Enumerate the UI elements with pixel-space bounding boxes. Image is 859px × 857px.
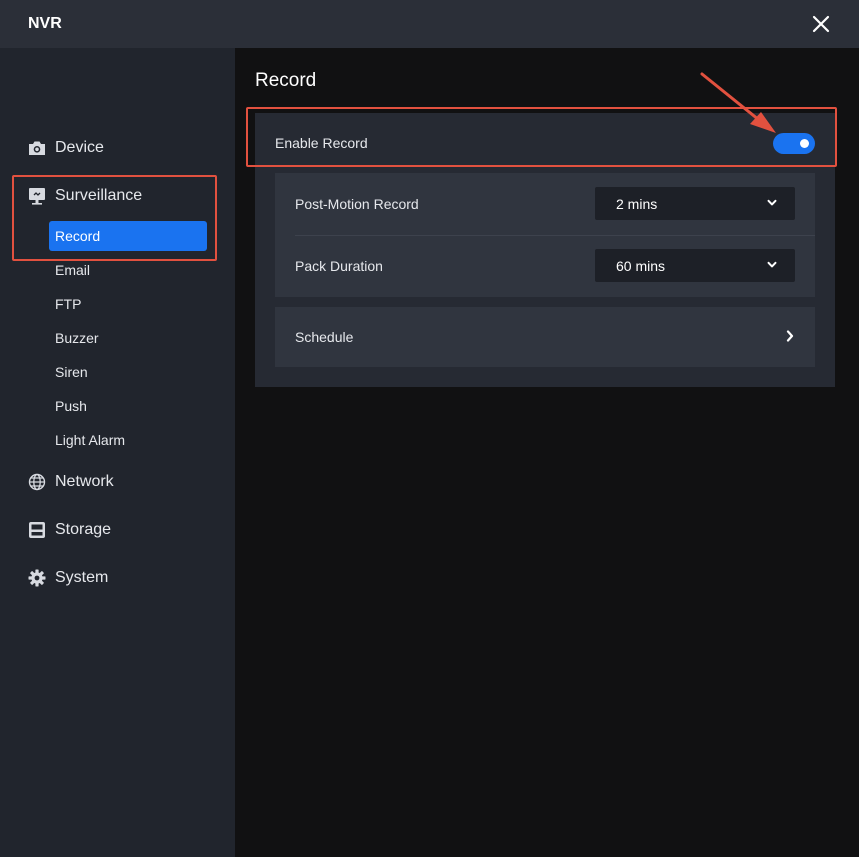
close-button[interactable] bbox=[806, 10, 836, 38]
sidebar-item-label: Storage bbox=[55, 521, 112, 538]
sidebar-subitem-buzzer[interactable]: Buzzer bbox=[49, 323, 207, 353]
sidebar-item-label: Network bbox=[55, 473, 114, 490]
post-motion-record-value: 2 mins bbox=[616, 195, 658, 212]
chevron-down-icon bbox=[767, 199, 777, 206]
chevron-right-icon bbox=[786, 330, 794, 342]
sidebar-subitem-email[interactable]: Email bbox=[49, 255, 207, 285]
enable-record-label: Enable Record bbox=[275, 135, 368, 151]
close-icon bbox=[812, 15, 830, 33]
sidebar-subitem-siren[interactable]: Siren bbox=[49, 357, 207, 387]
disk-icon bbox=[27, 520, 47, 540]
globe-icon bbox=[27, 472, 47, 492]
sidebar-item-system[interactable]: System bbox=[0, 560, 235, 596]
sidebar-subitem-record[interactable]: Record bbox=[49, 221, 207, 251]
sidebar-item-device[interactable]: Device bbox=[0, 130, 235, 166]
gear-icon bbox=[27, 568, 47, 588]
monitor-icon bbox=[27, 186, 47, 206]
sidebar-subitem-ftp[interactable]: FTP bbox=[49, 289, 207, 319]
sidebar-item-label: Device bbox=[55, 139, 104, 156]
sidebar-subitem-light-alarm[interactable]: Light Alarm bbox=[49, 425, 207, 455]
schedule-label: Schedule bbox=[295, 329, 354, 345]
sidebar-item-storage[interactable]: Storage bbox=[0, 512, 235, 548]
enable-record-toggle[interactable] bbox=[773, 133, 815, 154]
camera-icon bbox=[27, 138, 47, 158]
sidebar-item-network[interactable]: Network bbox=[0, 464, 235, 500]
chevron-down-icon bbox=[767, 261, 777, 268]
page-title: Record bbox=[255, 70, 317, 91]
sidebar-item-label: System bbox=[55, 569, 109, 586]
post-motion-record-label: Post-Motion Record bbox=[295, 196, 419, 212]
sidebar-subitem-push[interactable]: Push bbox=[49, 391, 207, 421]
title-bar: NVR bbox=[0, 0, 859, 48]
sidebar-item-label: Surveillance bbox=[55, 187, 143, 204]
schedule-row[interactable]: Schedule bbox=[275, 307, 815, 367]
sidebar-item-surveillance[interactable]: Surveillance bbox=[0, 178, 235, 214]
window-title: NVR bbox=[28, 15, 62, 32]
pack-duration-select[interactable]: 60 mins bbox=[595, 249, 795, 282]
pack-duration-value: 60 mins bbox=[616, 257, 666, 274]
post-motion-record-select[interactable]: 2 mins bbox=[595, 187, 795, 220]
toggle-knob bbox=[800, 139, 809, 148]
enable-record-row: Enable Record bbox=[255, 113, 835, 173]
pack-duration-label: Pack Duration bbox=[295, 258, 383, 274]
